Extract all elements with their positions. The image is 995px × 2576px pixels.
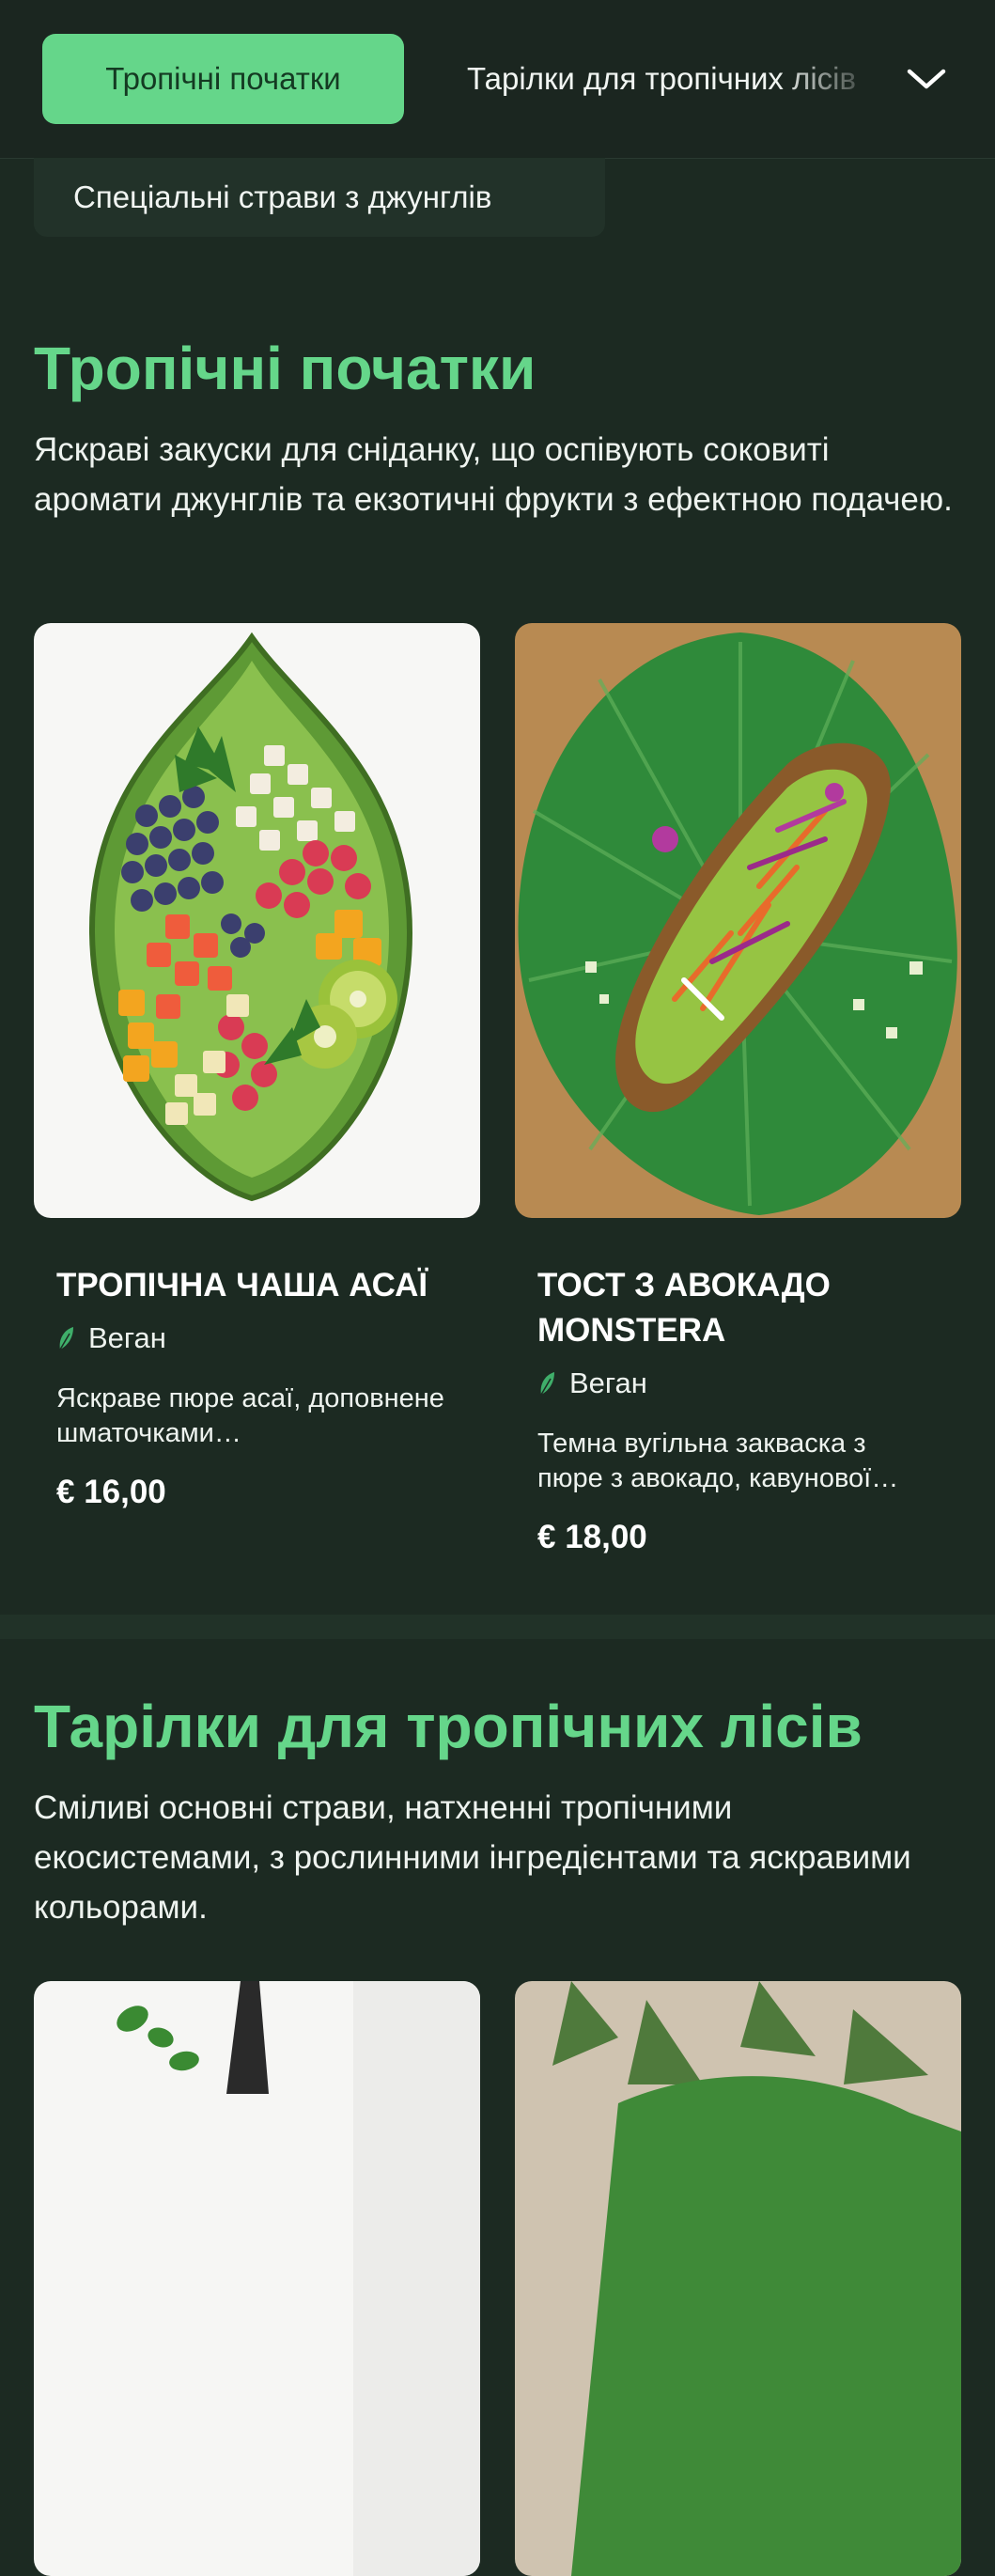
tag-label: Веган (88, 1321, 166, 1354)
item-description: Яскраве пюре асаї, доповнене шматочками… (56, 1383, 444, 1448)
tab-jungle-specials[interactable]: Спеціальні страви з джунглів (34, 158, 605, 237)
leaf-icon (59, 1327, 73, 1350)
item-name: Тропічна чаша асаї (56, 1267, 428, 1304)
tab-label: Тарілки для тропічних лісів (467, 61, 857, 96)
tab-label: Тропічні початки (105, 61, 341, 96)
category-nav: Тропічні початки Тарілки для тропічних л… (0, 0, 995, 159)
menu-item-card[interactable] (515, 1981, 961, 2576)
basil-skillet-image (34, 1981, 480, 2576)
tab-label: Спеціальні страви з джунглів (73, 180, 492, 214)
leaf-icon (540, 1372, 554, 1396)
item-price: € 18,00 (537, 1519, 647, 1555)
section-description: Сміливі основні страви, натхненні тропіч… (34, 1789, 911, 1926)
avocado-toast-image (515, 623, 961, 1218)
menu-item-card[interactable]: Тост з авокадо Monstera Веган Темна вугі… (515, 623, 961, 1556)
section-description: Яскраві закуски для сніданку, що оспівую… (34, 431, 953, 518)
section-title: Тропічні початки (34, 335, 536, 402)
tab-tropical-starters[interactable]: Тропічні початки (42, 34, 404, 124)
section-title: Тарілки для тропічних лісів (34, 1693, 863, 1760)
vegan-tag: Веган (34, 1321, 480, 1355)
item-price: € 16,00 (56, 1474, 166, 1510)
vegan-tag: Веган (515, 1366, 961, 1400)
chevron-down-icon[interactable] (904, 56, 949, 101)
acai-bowl-image (34, 623, 480, 1218)
item-description: Темна вугільна закваска з пюре з авокадо… (537, 1429, 899, 1493)
menu-item-card[interactable] (34, 1981, 480, 2576)
menu-item-card[interactable]: Тропічна чаша асаї Веган Яскраве пюре ас… (34, 623, 480, 1511)
item-name: Тост з авокадо Monstera (537, 1267, 831, 1349)
leafy-dish-image (515, 1981, 961, 2576)
section-divider (0, 1615, 995, 1639)
tab-rainforest-plates[interactable]: Тарілки для тропічних лісів (467, 34, 880, 124)
tag-label: Веган (569, 1366, 647, 1399)
